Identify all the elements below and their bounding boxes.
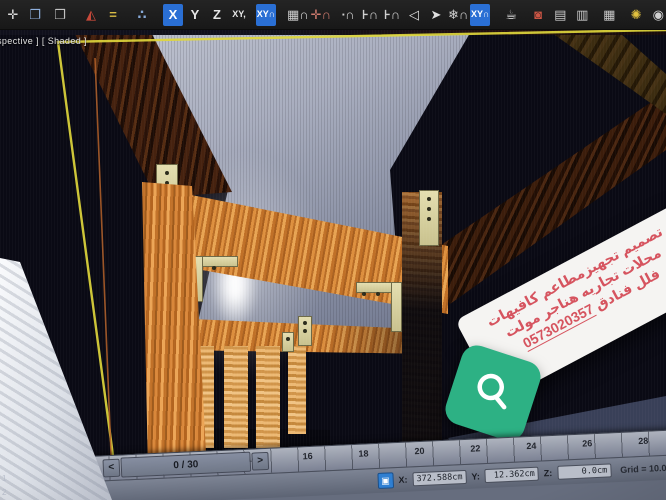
- wood-slat: [256, 346, 280, 448]
- wood-rail: [0, 0, 666, 500]
- ruler-tick-label: 26: [582, 438, 592, 448]
- material-editor-icon[interactable]: ◙: [528, 4, 548, 26]
- align-icon[interactable]: =: [103, 4, 123, 26]
- floor-highlight-right: [0, 0, 666, 500]
- snap-endpoint-icon[interactable]: ⊦∩: [360, 4, 380, 26]
- snap-frozen-icon[interactable]: ❄∩: [448, 4, 468, 26]
- snap-pivot-icon[interactable]: ✛∩: [311, 4, 331, 26]
- track-number: 1: [2, 474, 6, 483]
- metal-bracket-small: [282, 332, 294, 352]
- snap-plane-xy-icon[interactable]: XY∩: [256, 4, 276, 26]
- z-coord-label: Z:: [544, 468, 553, 478]
- prev-frame-button[interactable]: <: [102, 459, 120, 478]
- grid-size-readout: Grid = 10.0cm: [620, 462, 666, 475]
- schematic-view-icon[interactable]: ▦: [599, 4, 619, 26]
- snap-vertex-icon[interactable]: ∙∩: [338, 4, 358, 26]
- wood-post-right-shadow: [0, 0, 666, 500]
- next-frame-button[interactable]: >: [251, 452, 269, 471]
- ruler-tick-label: 16: [302, 451, 312, 461]
- wood-post-left: [0, 0, 666, 500]
- metal-bracket: [156, 164, 178, 218]
- x-coord-field[interactable]: 372.588cm: [412, 470, 467, 486]
- wood-beam-top: [0, 0, 666, 500]
- y-coord-label: Y:: [471, 471, 480, 481]
- floor-band-right: [0, 0, 666, 500]
- dark-wood-rafter-corner: [0, 0, 666, 500]
- floor-shadow: [0, 0, 666, 500]
- time-slider[interactable]: 0 / 30: [120, 452, 251, 478]
- snap-normal-icon[interactable]: ➤: [426, 4, 446, 26]
- search-icon: [464, 364, 522, 422]
- wood-slat: [288, 346, 306, 434]
- metal-corner-bracket: [391, 282, 402, 332]
- screen-moire: [0, 0, 666, 500]
- select-by-name-icon[interactable]: ❒: [50, 4, 70, 26]
- main-toolbar: ✛❐❒◭=∴XYZXY,XY∩▦∩✛∩∙∩⊦∩⊦∩◁➤❄∩XY∩☕◙▤▥▦✺◉☾…: [0, 0, 666, 30]
- render-setup-icon[interactable]: ▤: [550, 4, 570, 26]
- selection-sets-icon[interactable]: ∴: [132, 4, 152, 26]
- photo-vignette: [0, 0, 666, 500]
- snap-midpoint-icon[interactable]: ⊦∩: [382, 4, 402, 26]
- ceiling-panel: [0, 0, 666, 500]
- axis-constraint-z-icon[interactable]: Z: [207, 4, 227, 26]
- z-coord-field[interactable]: 0.0cm: [557, 463, 612, 479]
- axis-constraint-y-icon[interactable]: Y: [185, 4, 205, 26]
- ruler-tick-label: 22: [470, 443, 480, 453]
- select-object-icon[interactable]: ❐: [25, 4, 45, 26]
- wood-rail-shadow: [0, 0, 666, 500]
- ruler-tick-label: 20: [414, 446, 424, 456]
- axis-constraint-xy-icon[interactable]: XY,: [229, 4, 249, 26]
- wood-slat: [224, 346, 248, 448]
- snap-face-icon[interactable]: ◁: [404, 4, 424, 26]
- light-icon[interactable]: ✺: [626, 4, 646, 26]
- select-and-move-icon[interactable]: ✛: [3, 4, 23, 26]
- ruler-tick-label: 18: [358, 448, 368, 458]
- toolbar-icons: ✛❐❒◭=∴XYZXY,XY∩▦∩✛∩∙∩⊦∩⊦∩◁➤❄∩XY∩☕◙▤▥▦✺◉☾…: [2, 4, 666, 26]
- screen-glare-bright: [203, 222, 267, 347]
- track-number: 2: [2, 488, 6, 497]
- metal-bracket: [419, 190, 439, 246]
- ruler-tick-label: 28: [638, 436, 648, 446]
- metal-bracket-small: [298, 316, 312, 346]
- dark-wood-rafter-left: [0, 0, 666, 500]
- render-production-teapot-icon[interactable]: ☕: [501, 4, 521, 26]
- curve-editor-icon[interactable]: ▥: [572, 4, 592, 26]
- axis-constraint-x-icon[interactable]: X: [163, 4, 183, 26]
- ruler-tick-label: 24: [526, 441, 536, 451]
- viewport-label[interactable]: spective ] [ Shaded ]: [0, 36, 87, 46]
- dark-wood-rafter-right: [0, 0, 666, 500]
- y-coord-field[interactable]: 12.362cm: [485, 467, 540, 483]
- viewport-border: [0, 0, 666, 500]
- wood-slat: [192, 346, 214, 448]
- screen-photo: spective ] [ Shaded ] تصميم تجهيزمطاعم ك…: [0, 0, 666, 500]
- camera-icon[interactable]: ◉: [648, 4, 666, 26]
- wood-post-right: [0, 0, 666, 500]
- metal-corner-bracket: [192, 256, 203, 302]
- x-coord-label: X:: [398, 475, 407, 485]
- toolbar-underedge: [0, 30, 666, 35]
- mirror-icon[interactable]: ◭: [81, 4, 101, 26]
- scene-spline-line: [95, 58, 112, 478]
- snap-angle-xy-icon[interactable]: XY∩: [470, 4, 490, 26]
- transform-typein-toggle[interactable]: ▣: [377, 472, 394, 489]
- snap-grid-icon[interactable]: ▦∩: [287, 4, 309, 26]
